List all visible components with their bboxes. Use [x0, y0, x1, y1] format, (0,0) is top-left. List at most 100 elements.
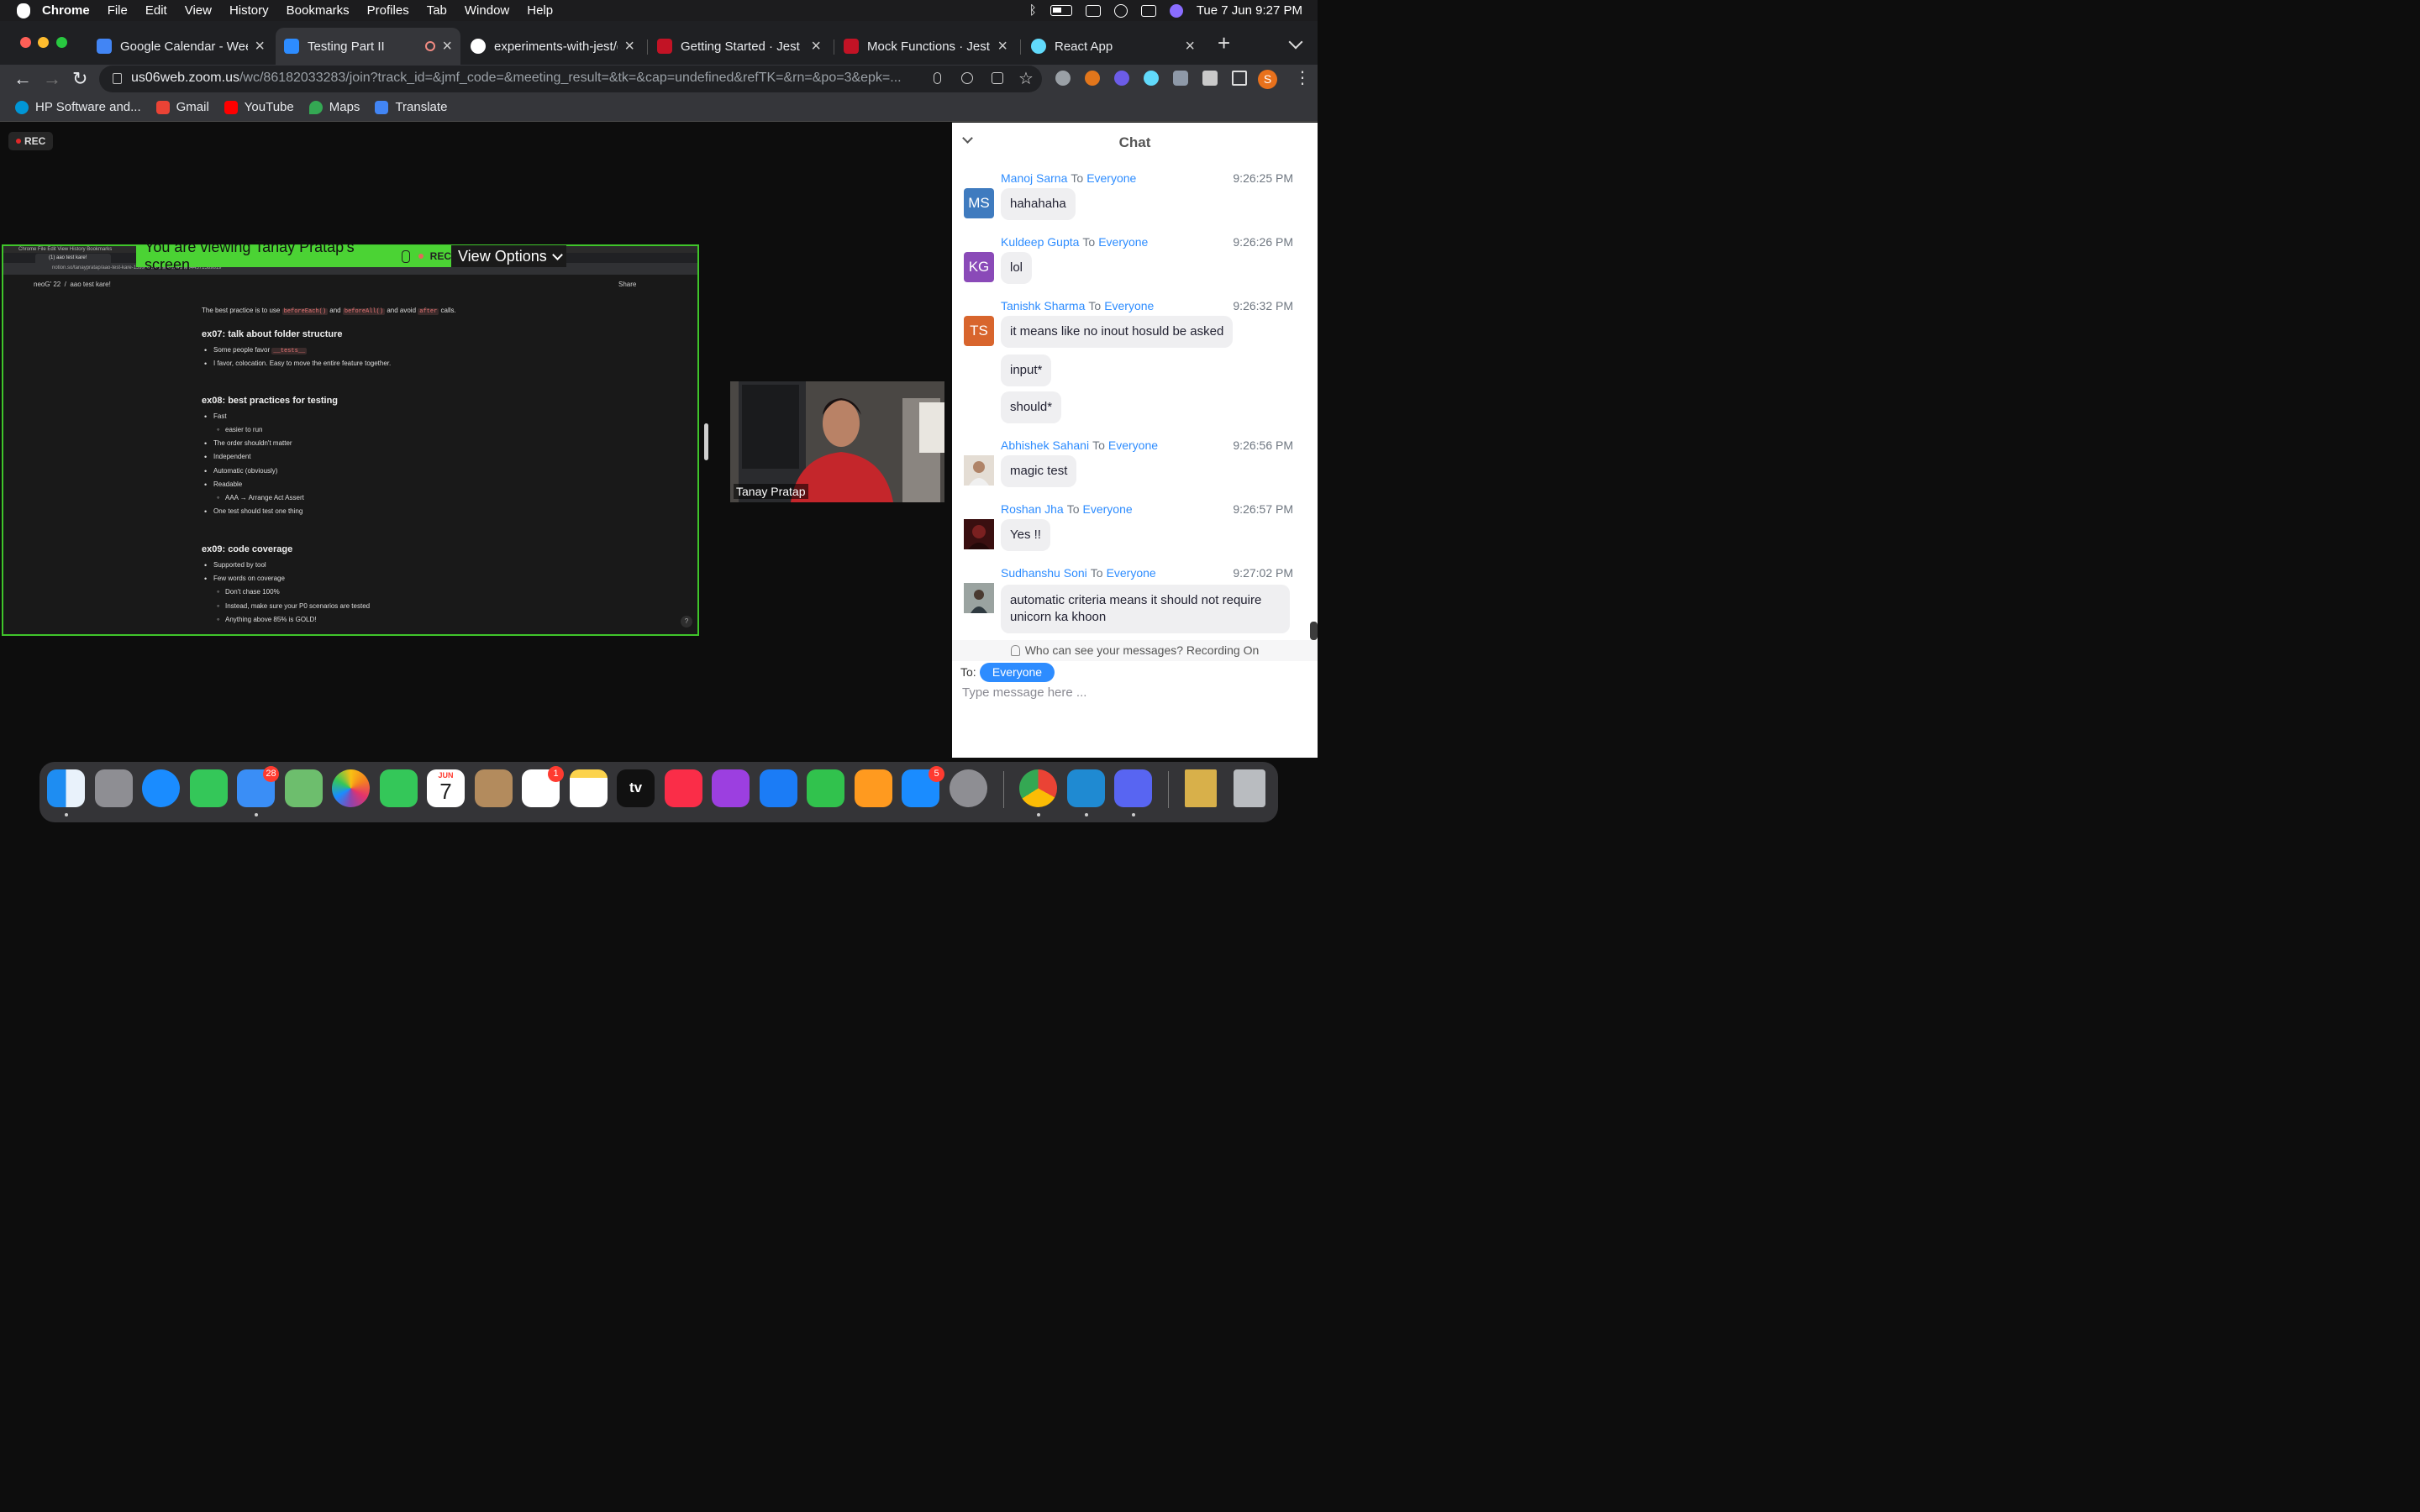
metamask-icon[interactable] [1085, 71, 1100, 86]
tab-close-icon[interactable]: × [997, 37, 1007, 56]
window-close-button[interactable] [20, 37, 31, 48]
message-bubble[interactable]: should* [1001, 391, 1062, 423]
tab-close-icon[interactable]: × [255, 37, 265, 56]
podcasts-icon[interactable] [712, 769, 750, 807]
chat-visibility-notice[interactable]: Who can see your messages? Recording On [952, 640, 1318, 661]
menu-app-chrome[interactable]: Chrome [42, 3, 90, 18]
bookmark-maps[interactable]: Maps [308, 100, 360, 114]
discord-icon[interactable] [1114, 769, 1152, 807]
recipient-name[interactable]: Everyone [1108, 438, 1158, 452]
chrome-menu-icon[interactable]: ⋮ [1294, 67, 1311, 88]
launchpad-icon[interactable] [95, 769, 133, 807]
extensions-puzzle-icon[interactable] [1202, 71, 1218, 86]
lock-icon[interactable] [113, 73, 122, 84]
bookmark-youtube[interactable]: YouTube [224, 100, 294, 114]
bookmark-translate[interactable]: Translate [375, 100, 447, 114]
numbers-icon[interactable] [807, 769, 844, 807]
speaker-video-tile[interactable]: Tanay Pratap [730, 381, 944, 502]
tab-github-experiments[interactable]: experiments-with-jest/gr × [471, 31, 643, 61]
window-zoom-button[interactable] [56, 37, 67, 48]
music-icon[interactable] [665, 769, 702, 807]
menu-window[interactable]: Window [465, 3, 509, 18]
message-bubble[interactable]: input* [1001, 354, 1052, 386]
menu-edit[interactable]: Edit [145, 3, 167, 18]
address-bar[interactable]: us06web.zoom.us/wc/86182033283/join?trac… [99, 66, 1042, 92]
sender-name[interactable]: Sudhanshu Soni [1001, 566, 1087, 580]
trash-icon[interactable] [1234, 769, 1265, 807]
bookmark-star-icon[interactable]: ☆ [1018, 68, 1034, 89]
recipient-name[interactable]: Everyone [1083, 502, 1133, 516]
bookmark-gmail[interactable]: Gmail [155, 100, 209, 114]
share-icon[interactable] [992, 72, 1003, 84]
microphone-icon[interactable] [934, 72, 941, 84]
sender-name[interactable]: Abhishek Sahani [1001, 438, 1089, 452]
screen-mirroring-icon[interactable] [1085, 4, 1101, 17]
menu-profiles[interactable]: Profiles [367, 3, 409, 18]
vscode-icon[interactable] [1067, 769, 1105, 807]
system-preferences-icon[interactable] [950, 769, 987, 807]
chat-scrollbar[interactable] [1310, 622, 1318, 640]
chrome-icon[interactable] [1019, 769, 1057, 807]
tab-google-calendar[interactable]: Google Calendar - Week × [97, 31, 273, 61]
bookmark-hp-software[interactable]: HP Software and... [15, 100, 141, 114]
view-options-button[interactable]: View Options [451, 245, 566, 267]
message-bubble[interactable]: hahahaha [1001, 188, 1076, 220]
safari-icon[interactable] [142, 769, 180, 807]
profile-avatar[interactable]: S [1258, 70, 1277, 89]
recipient-name[interactable]: Everyone [1098, 235, 1148, 249]
bluetooth-icon[interactable]: ᛒ [1029, 3, 1037, 18]
splitter-handle[interactable] [704, 423, 708, 460]
shield-icon[interactable] [1173, 71, 1188, 86]
shared-screen[interactable]: Chrome File Edit View History Bookmarks … [2, 244, 699, 636]
message-bubble[interactable]: it means like no inout hosuld be asked [1001, 316, 1234, 348]
message-bubble[interactable]: automatic criteria means it should not r… [1001, 585, 1290, 633]
tab-close-icon[interactable]: × [1185, 37, 1195, 56]
finder-icon[interactable] [47, 769, 85, 807]
extension-icon-3[interactable] [1114, 71, 1129, 86]
message-bubble[interactable]: lol [1001, 252, 1033, 284]
menu-bookmarks[interactable]: Bookmarks [287, 3, 350, 18]
sender-name[interactable]: Kuldeep Gupta [1001, 235, 1079, 249]
menu-view[interactable]: View [185, 3, 212, 18]
chat-message-input[interactable] [960, 681, 1308, 703]
control-center-icon[interactable] [1140, 4, 1156, 17]
contacts-icon[interactable] [475, 769, 513, 807]
messages-icon[interactable] [190, 769, 228, 807]
menu-file[interactable]: File [108, 3, 128, 18]
tab-close-icon[interactable]: × [811, 37, 821, 56]
sender-name[interactable]: Roshan Jha [1001, 502, 1064, 516]
maps-icon[interactable] [285, 769, 323, 807]
pages-icon[interactable] [855, 769, 892, 807]
tab-testing-part-ii[interactable]: Testing Part II × [276, 28, 460, 65]
notes-icon[interactable] [570, 769, 608, 807]
recipient-name[interactable]: Everyone [1107, 566, 1156, 580]
sender-name[interactable]: Tanishk Sharma [1001, 299, 1085, 312]
siri-icon[interactable] [1169, 3, 1183, 18]
tab-jest-mock-functions[interactable]: Mock Functions · Jest × [844, 31, 1016, 61]
message-bubble[interactable]: Yes !! [1001, 519, 1050, 551]
book-document-icon[interactable] [1185, 769, 1217, 807]
extension-icon-1[interactable] [1055, 71, 1071, 86]
recipient-name[interactable]: Everyone [1104, 299, 1154, 312]
key-icon[interactable] [961, 72, 973, 84]
message-bubble[interactable]: magic test [1001, 455, 1077, 487]
search-icon[interactable] [1113, 3, 1128, 18]
react-devtools-icon[interactable] [1144, 71, 1159, 86]
chat-recipient-button[interactable]: Everyone [980, 663, 1055, 682]
recipient-name[interactable]: Everyone [1086, 171, 1136, 185]
keynote-icon[interactable] [760, 769, 797, 807]
menu-history[interactable]: History [229, 3, 269, 18]
menu-help[interactable]: Help [527, 3, 553, 18]
facetime-icon[interactable] [380, 769, 418, 807]
tab-close-icon[interactable]: × [624, 37, 634, 56]
sender-name[interactable]: Manoj Sarna [1001, 171, 1067, 185]
tab-jest-getting-started[interactable]: Getting Started · Jest × [657, 31, 829, 61]
apple-icon[interactable] [17, 3, 30, 18]
menu-tab[interactable]: Tab [427, 3, 447, 18]
tab-react-app[interactable]: React App × [1031, 31, 1203, 61]
side-panel-icon[interactable] [1232, 71, 1247, 86]
new-tab-button[interactable]: + [1218, 32, 1230, 54]
reload-icon[interactable]: ↻ [72, 68, 87, 90]
recording-badge[interactable]: REC [8, 132, 54, 150]
apple-tv-icon[interactable]: tv [617, 769, 655, 807]
